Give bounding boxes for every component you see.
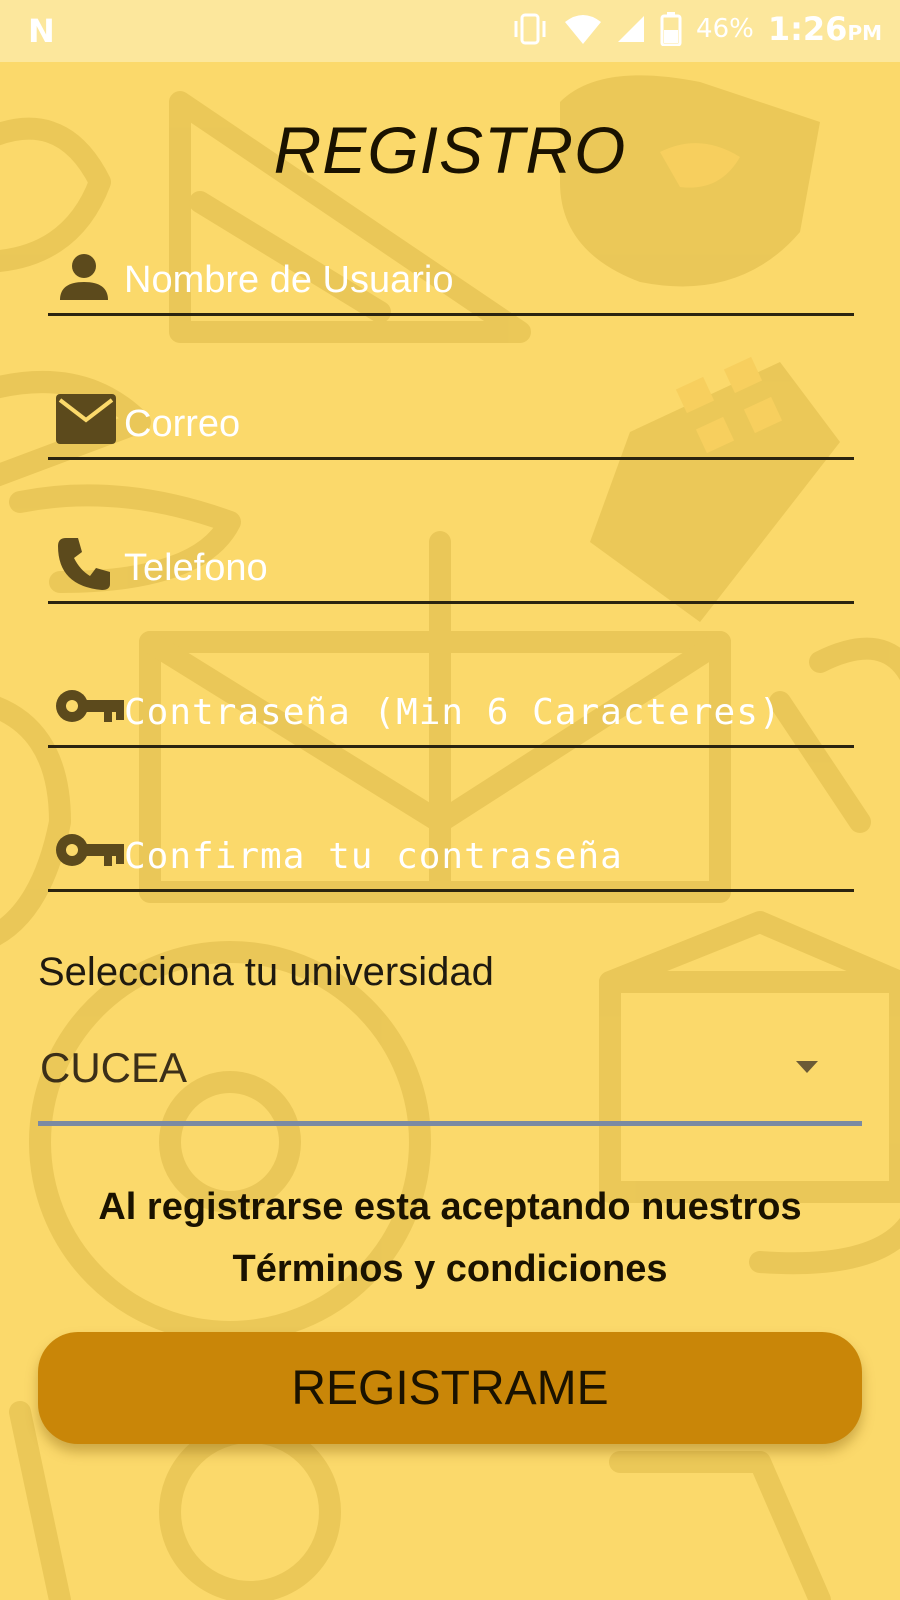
university-dropdown[interactable]: CUCEA xyxy=(38,1030,862,1126)
wifi-icon xyxy=(564,14,602,44)
key-icon xyxy=(54,826,126,886)
page-title: REGISTRO xyxy=(273,113,627,187)
mail-icon xyxy=(54,392,116,452)
email-field xyxy=(48,390,854,460)
clock-time: 1:26 xyxy=(767,10,848,48)
password-field xyxy=(48,678,854,748)
key-icon xyxy=(54,682,126,742)
clock-suffix: PM xyxy=(847,21,882,45)
terms-line-1: Al registrarse esta aceptando nuestros xyxy=(98,1186,802,1228)
phone-input[interactable] xyxy=(124,538,854,598)
email-input[interactable] xyxy=(124,394,854,454)
vibrate-icon xyxy=(510,11,550,47)
notification-n-icon: N xyxy=(28,12,55,50)
dropdown-arrow-icon xyxy=(796,1060,818,1078)
terms-text: Al registrarse esta aceptando nuestros T… xyxy=(0,1176,900,1300)
password-input[interactable] xyxy=(124,682,854,742)
phone-icon xyxy=(54,534,114,594)
person-icon xyxy=(54,248,114,308)
status-icons: 46% 1:26PM xyxy=(510,10,882,48)
battery-icon xyxy=(660,12,682,46)
register-button[interactable]: REGISTRAME xyxy=(38,1332,862,1444)
confirm-password-input[interactable] xyxy=(124,826,854,886)
confirm-password-field xyxy=(48,822,854,892)
phone-field xyxy=(48,534,854,604)
username-input[interactable] xyxy=(124,250,854,310)
battery-percent: 46% xyxy=(696,14,754,44)
university-label: Selecciona tu universidad xyxy=(38,950,494,994)
clock: 1:26PM xyxy=(768,10,882,48)
status-bar: N 46% 1:26PM xyxy=(0,0,900,62)
username-field xyxy=(48,246,854,316)
signal-icon xyxy=(616,14,646,44)
terms-link[interactable]: Términos y condiciones xyxy=(0,1238,900,1300)
university-selected-value: CUCEA xyxy=(40,1044,188,1091)
